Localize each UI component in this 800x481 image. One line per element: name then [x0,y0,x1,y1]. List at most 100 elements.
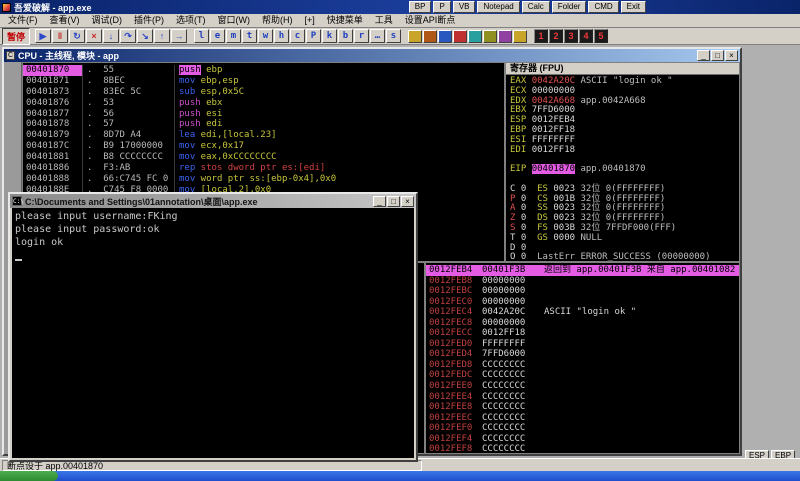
minimize-icon[interactable]: _ [373,195,386,207]
stack-row[interactable]: 0012FEEC CCCCCCCC [426,413,739,424]
menu-item[interactable]: 插件(P) [128,14,170,27]
start-button[interactable] [0,471,58,481]
titlebar-button-exit[interactable]: Exit [620,1,646,13]
stack-row[interactable]: 0012FEE0 CCCCCCCC [426,381,739,392]
registers-pane[interactable]: 寄存器 (FPU) EAX 0042A20C ASCII "login ok "… [505,62,740,262]
toolbar-number-button-3[interactable]: 3 [564,29,579,43]
plugin-icon-1[interactable] [408,29,423,43]
toolbar-letter-button-e[interactable]: e [210,29,226,43]
menu-item[interactable]: 查看(V) [44,14,86,27]
stack-row[interactable]: 0012FED0 FFFFFFFF [426,339,739,350]
toolbar-letter-button-k[interactable]: k [322,29,338,43]
disasm-row[interactable]: 00401888. 66:C745 FC 0 mov word ptr ss:[e… [23,173,504,185]
flag-row[interactable]: T 0 GS 0000 NULL [510,233,739,244]
menu-item[interactable]: 帮助(H) [256,14,299,27]
run-to-return-icon[interactable]: ↑ [154,29,171,43]
disasm-row[interactable]: 00401871. 8BEC mov ebp,esp [23,75,504,87]
disasm-row[interactable]: 00401886. F3:AB rep stos dword ptr es:[ed… [23,163,504,174]
stack-row[interactable]: 0012FEB8 00000000 [426,276,739,287]
cpu-titlebar[interactable]: C CPU - 主线程, 模块 - app _ □ × [4,49,740,62]
stack-row[interactable]: 0012FEC4 0042A20C ASCII "login ok " [426,307,739,318]
restore-icon[interactable]: □ [711,50,724,61]
close-icon[interactable]: × [725,50,738,61]
toolbar-letter-button-m[interactable]: m [226,29,242,43]
app-titlebar[interactable]: 吾爱破解 - app.exe BP P VB Notepad Calc Folder CMD… [0,0,800,14]
flag-row[interactable]: O 0 LastErr ERROR_SUCCESS (00000000) [510,252,739,261]
stack-row[interactable]: 0012FEC8 00000000 [426,318,739,329]
register-row[interactable]: EDI 0012FF18 [510,145,739,156]
run-icon[interactable]: ▶ [35,29,52,43]
step-over-icon[interactable]: ↷ [120,29,137,43]
stack-row[interactable]: 0012FEE8 CCCCCCCC [426,402,739,413]
maximize-icon[interactable]: □ [387,195,400,207]
menu-item[interactable]: 调试(D) [86,14,129,27]
toolbar-number-button-2[interactable]: 2 [549,29,564,43]
stack-row[interactable]: 0012FECC 0012FF18 [426,328,739,339]
toolbar-letter-button-P[interactable]: P [306,29,322,43]
disasm-row[interactable]: 00401879. 8D7D A4 lea edi,[local.23] [23,130,504,142]
toolbar-letter-button-b[interactable]: b [338,29,354,43]
toolbar-letter-button-w[interactable]: w [258,29,274,43]
toolbar-letter-button-s[interactable]: s [386,29,402,43]
toolbar-letter-button-…[interactable]: … [370,29,386,43]
console-titlebar[interactable]: C:\ C:\Documents and Settings\01annotati… [10,194,416,208]
plugin-icon-2[interactable] [423,29,438,43]
menu-item[interactable]: 快捷菜单 [321,14,369,27]
step-into-icon[interactable]: ↓ [103,29,120,43]
plugin-icon-7[interactable] [498,29,513,43]
toolbar-letter-button-h[interactable]: h [274,29,290,43]
registers-pane-title: 寄存器 (FPU) [506,63,739,75]
plugin-icon-3[interactable] [438,29,453,43]
close-icon[interactable]: × [401,195,414,207]
disasm-row[interactable]: 0040187C. B9 17000000 mov ecx,0x17 [23,141,504,153]
disasm-row[interactable]: 00401878. 57 push edi [23,119,504,131]
titlebar-button-bp[interactable]: BP [408,1,432,13]
trace-into-icon[interactable]: ↘ [137,29,154,43]
titlebar-button-cmd[interactable]: CMD [588,1,619,13]
stack-row[interactable]: 0012FEBC 00000000 [426,286,739,297]
stack-row[interactable]: 0012FEF4 CCCCCCCC [426,434,739,445]
titlebar-button-p[interactable]: P [433,1,451,13]
register-row[interactable]: EIP 00401870 app.00401870 [510,164,739,175]
stack-row[interactable]: 0012FED4 7FFD6000 [426,349,739,360]
plugin-icon-8[interactable] [513,29,528,43]
toolbar-letter-button-t[interactable]: t [242,29,258,43]
menu-item[interactable]: 设置API断点 [399,14,462,27]
titlebar-button-folder[interactable]: Folder [551,1,587,13]
toolbar-letter-button-r[interactable]: r [354,29,370,43]
stack-row[interactable]: 0012FEF8 CCCCCCCC [426,444,739,453]
goto-icon[interactable]: → [171,29,188,43]
menu-item[interactable]: 选项(T) [170,14,212,27]
restart-icon[interactable]: ↻ [69,29,86,43]
menu-item[interactable]: 工具 [369,14,399,27]
close-program-icon[interactable]: × [86,29,103,43]
plugin-icon-5[interactable] [468,29,483,43]
stack-pane[interactable]: 0012FEB4 00401F3B 返回到 app.00401F3B 来自 app.… [425,262,740,454]
disasm-row[interactable]: 00401881. B8 CCCCCCCC mov eax,0xCCCCCCCC [23,152,504,164]
titlebar-button-calc[interactable]: Calc [521,1,550,13]
disasm-row[interactable]: 00401873. 83EC 5C sub esp,0x5C [23,86,504,98]
toolbar-number-button-1[interactable]: 1 [534,29,549,43]
disasm-row[interactable]: 00401877. 56 push esi [23,108,504,120]
stack-row[interactable]: 0012FEC0 00000000 [426,297,739,308]
menu-item[interactable]: 文件(F) [2,14,44,27]
minimize-icon[interactable]: _ [697,50,710,61]
plugin-icon-6[interactable] [483,29,498,43]
titlebar-button-notepad[interactable]: Notepad [477,1,520,13]
stack-row[interactable]: 0012FEE4 CCCCCCCC [426,392,739,403]
stack-row[interactable]: 0012FED8 CCCCCCCC [426,360,739,371]
toolbar-letter-button-l[interactable]: l [194,29,210,43]
titlebar-button-vb[interactable]: VB [452,1,476,13]
stack-row[interactable]: 0012FEB4 00401F3B 返回到 app.00401F3B 来自 app.… [426,265,739,276]
toolbar-letter-button-c[interactable]: c [290,29,306,43]
disasm-row[interactable]: 00401870. 55 push ebp [23,65,504,76]
toolbar-number-button-4[interactable]: 4 [579,29,594,43]
menu-item[interactable]: [+] [299,14,321,27]
plugin-icon-4[interactable] [453,29,468,43]
pause-icon[interactable]: ‖ [52,29,69,43]
toolbar-number-button-5[interactable]: 5 [594,29,609,43]
stack-row[interactable]: 0012FEF0 CCCCCCCC [426,423,739,434]
stack-row[interactable]: 0012FEDC CCCCCCCC [426,370,739,381]
menu-item[interactable]: 窗口(W) [212,14,257,27]
disasm-row[interactable]: 00401876. 53 push ebx [23,97,504,109]
